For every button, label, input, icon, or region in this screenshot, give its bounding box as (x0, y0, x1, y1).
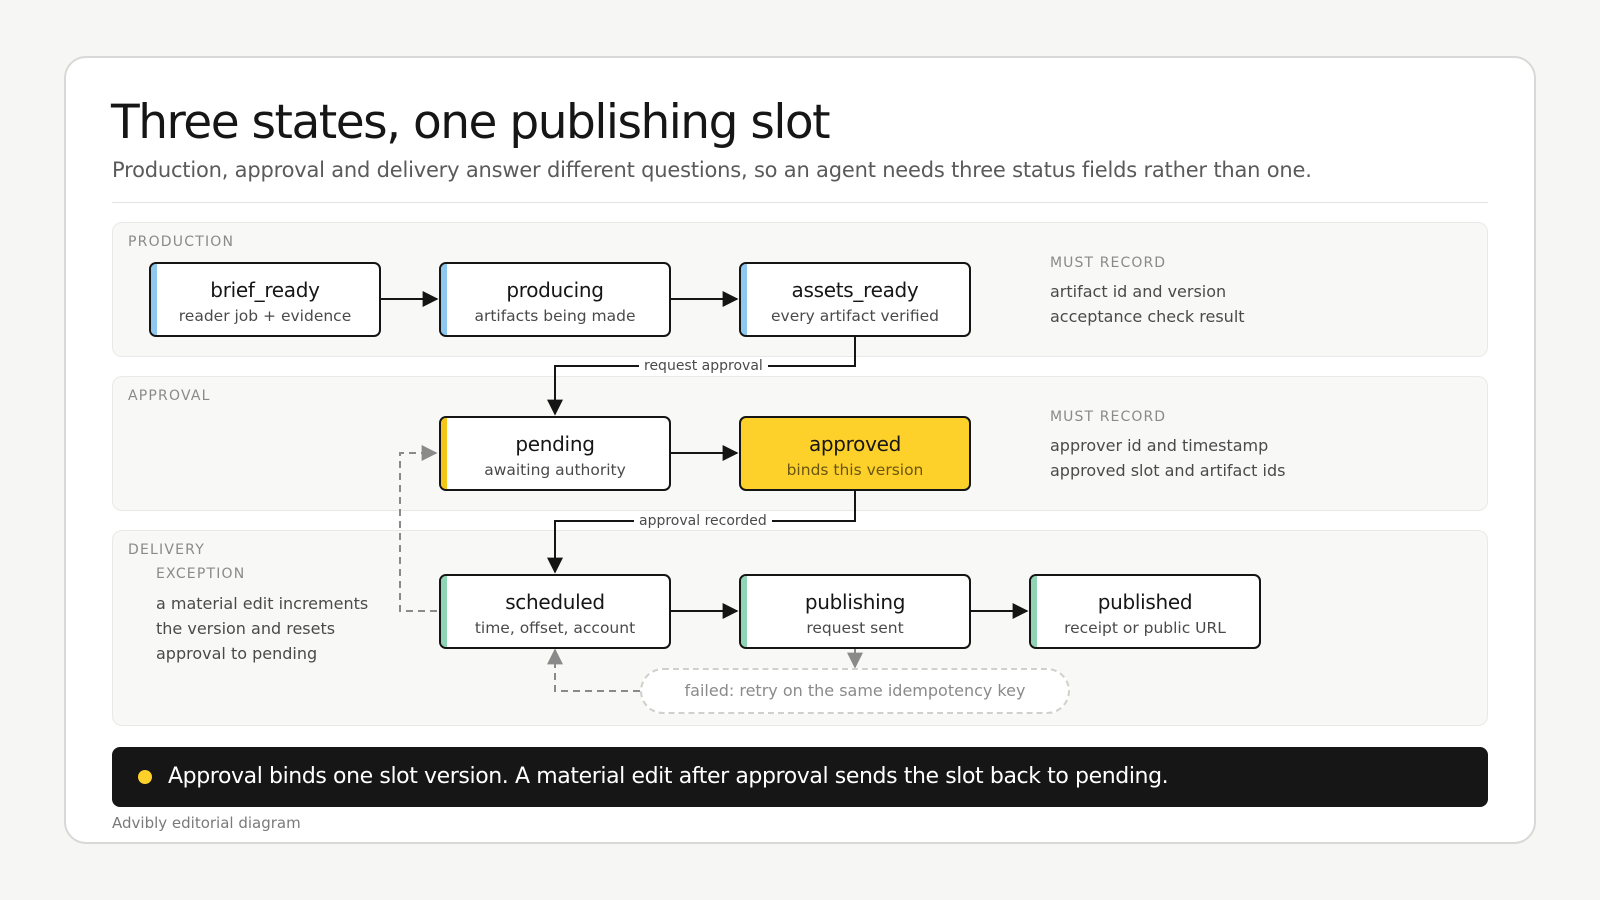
state-name: pending (515, 432, 595, 456)
production-must-record-line: acceptance check result (1050, 307, 1245, 326)
state-approved[interactable]: approved binds this version (739, 416, 971, 491)
state-publishing[interactable]: publishing request sent (739, 574, 971, 649)
production-must-record-line: artifact id and version (1050, 282, 1227, 301)
state-scheduled[interactable]: scheduled time, offset, account (439, 574, 671, 649)
state-desc: every artifact verified (771, 307, 939, 325)
key-takeaway-callout: Approval binds one slot version. A mater… (112, 747, 1488, 807)
state-desc: time, offset, account (474, 619, 636, 637)
callout-text: Approval binds one slot version. A mater… (168, 764, 1169, 789)
state-name: scheduled (505, 590, 605, 614)
production-must-record-label: MUST RECORD (1050, 255, 1167, 271)
edge-label-request-approval: request approval (639, 357, 768, 375)
approval-must-record-line: approver id and timestamp (1050, 436, 1269, 455)
state-producing[interactable]: producing artifacts being made (439, 262, 671, 337)
approval-must-record-label: MUST RECORD (1050, 409, 1167, 425)
state-brief-ready[interactable]: brief_ready reader job + evidence (149, 262, 381, 337)
edge-approval-recorded (547, 491, 856, 574)
state-name: producing (506, 278, 604, 302)
exception-line: approval to pending (156, 644, 318, 663)
state-name: approved (808, 432, 902, 456)
edge-material-edit-reset (399, 445, 438, 612)
state-desc: awaiting authority (484, 461, 626, 479)
edge-retry (547, 648, 640, 692)
edge-label-approval-recorded: approval recorded (634, 512, 772, 530)
edge-request-approval (547, 337, 856, 416)
state-assets-ready[interactable]: assets_ready every artifact verified (739, 262, 971, 337)
state-published[interactable]: published receipt or public URL (1029, 574, 1261, 649)
state-name: brief_ready (210, 278, 320, 302)
retry-failed-state[interactable]: failed: retry on the same idempotency ke… (640, 668, 1070, 714)
exception-line: the version and resets (156, 619, 336, 638)
approval-must-record-line: approved slot and artifact ids (1050, 461, 1286, 480)
footer-credit: Advibly editorial diagram (112, 814, 301, 832)
exception-label: EXCEPTION (156, 566, 246, 582)
state-desc: receipt or public URL (1064, 619, 1226, 637)
state-desc: artifacts being made (474, 307, 636, 325)
state-desc: binds this version (786, 461, 924, 479)
state-desc: request sent (806, 619, 904, 637)
bullet-dot-icon (138, 770, 152, 784)
state-pending[interactable]: pending awaiting authority (439, 416, 671, 491)
state-desc: reader job + evidence (178, 307, 352, 325)
state-name: assets_ready (791, 278, 919, 302)
state-name: published (1097, 590, 1193, 614)
exception-line: a material edit increments (156, 594, 369, 613)
state-name: publishing (804, 590, 906, 614)
